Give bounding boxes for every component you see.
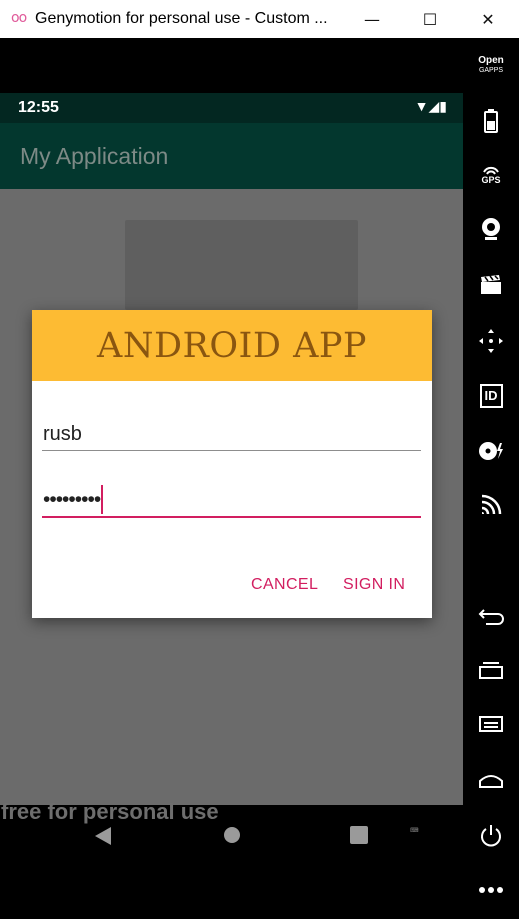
password-value: •••••••••: [43, 488, 101, 511]
password-field[interactable]: •••••••••: [42, 484, 421, 518]
username-value: rusb: [43, 423, 82, 445]
dialog-header: ANDROID APP: [32, 310, 432, 381]
nav-recent-icon[interactable]: [350, 826, 368, 844]
recent-apps-icon[interactable]: [463, 658, 519, 682]
app-title: My Application: [20, 143, 169, 169]
username-field[interactable]: rusb: [42, 418, 421, 451]
gps-icon[interactable]: GPS: [463, 162, 519, 188]
webcam-icon[interactable]: [463, 216, 519, 242]
power-icon[interactable]: [463, 822, 519, 850]
status-time: 12:55: [18, 99, 59, 116]
clapperboard-icon[interactable]: [463, 272, 519, 298]
device-id-icon[interactable]: ID: [463, 382, 519, 410]
battery-icon[interactable]: [463, 108, 519, 134]
open-gapps-button[interactable]: Open GAPPS: [463, 54, 519, 78]
window-titlebar: oo Genymotion for personal use - Custom …: [0, 0, 519, 38]
open-gapps-label-1: Open: [478, 55, 504, 66]
app-bar: My Application: [0, 123, 463, 189]
android-status-bar: 12:55 ▼◢▮: [0, 93, 463, 123]
minimize-button[interactable]: —: [343, 0, 401, 38]
maximize-button[interactable]: ☐: [401, 0, 459, 38]
back-icon[interactable]: [463, 604, 519, 628]
nav-home-icon[interactable]: [224, 827, 240, 843]
open-gapps-label-2: GAPPS: [478, 67, 504, 74]
cancel-button[interactable]: CANCEL: [251, 576, 318, 594]
dialog-title: ANDROID APP: [97, 325, 367, 366]
nav-back-icon[interactable]: [95, 827, 111, 845]
cast-icon[interactable]: [463, 492, 519, 518]
device-id-label: ID: [479, 384, 503, 408]
keyboard-icon[interactable]: ⌨: [410, 823, 418, 839]
dpad-icon[interactable]: [463, 328, 519, 354]
sign-in-button[interactable]: SIGN IN: [343, 576, 405, 594]
status-icons: ▼◢▮: [414, 98, 447, 114]
menu-icon[interactable]: [463, 712, 519, 736]
login-dialog: ANDROID APP rusb ••••••••• CANCEL SIGN I…: [32, 310, 432, 618]
close-window-button[interactable]: ✕: [459, 0, 517, 38]
gps-label: GPS: [481, 175, 501, 185]
text-cursor: [101, 485, 104, 515]
more-icon[interactable]: [463, 880, 519, 900]
watermark-text: free for personal use: [1, 799, 219, 824]
window-title: Genymotion for personal use - Custom ...: [35, 10, 328, 27]
emulator-toolbar: Open GAPPS GPS ID: [463, 38, 519, 919]
disk-icon[interactable]: [463, 438, 519, 464]
genymotion-logo-icon: oo: [11, 10, 27, 26]
content-placeholder-image: [125, 220, 358, 310]
home-icon[interactable]: [463, 768, 519, 792]
